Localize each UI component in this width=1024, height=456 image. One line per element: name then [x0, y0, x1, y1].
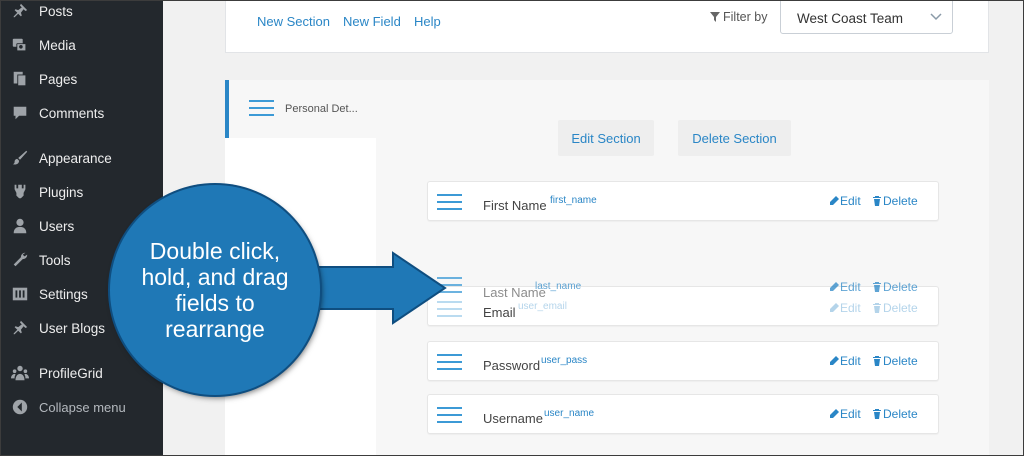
callout-text: Double click, hold, and drag fields to r…	[141, 238, 289, 342]
screenshot-frame: Posts Media Pages Comments Appearance Pl…	[0, 0, 1024, 456]
instruction-callout: Double click, hold, and drag fields to r…	[110, 185, 320, 395]
